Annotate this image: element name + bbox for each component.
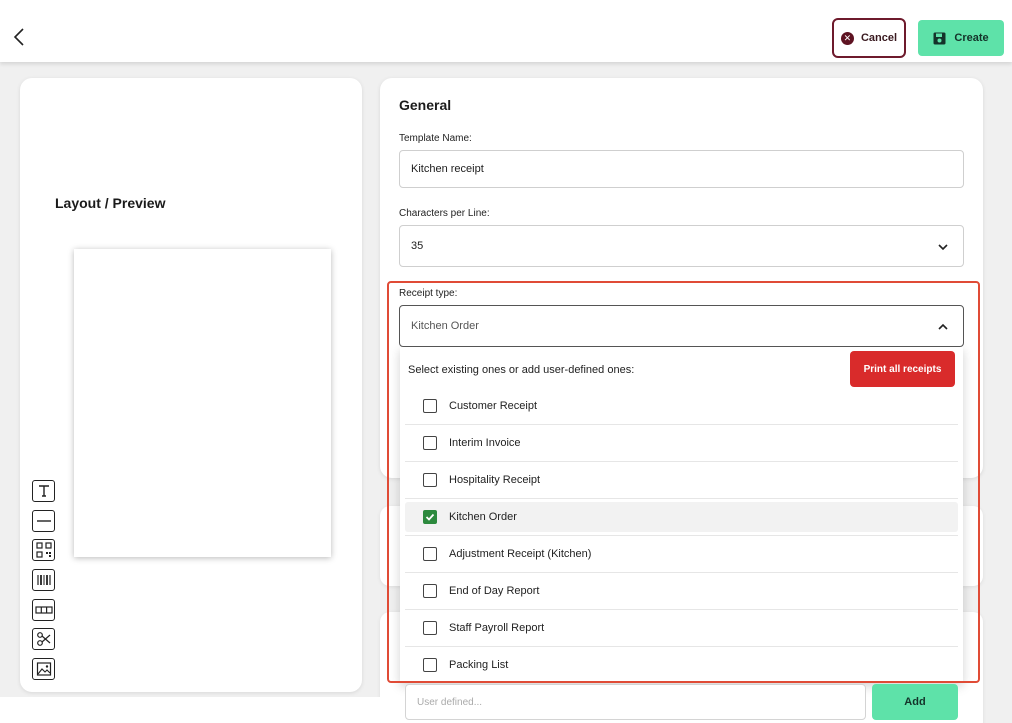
scissors-tool-icon[interactable]: [32, 628, 55, 650]
option-label: Adjustment Receipt (Kitchen): [449, 548, 592, 560]
option-label: Packing List: [449, 659, 509, 671]
top-bar: ✕ Cancel Create: [0, 0, 1012, 62]
qr-code-icon: [35, 542, 52, 558]
barcode-tool-icon[interactable]: [32, 569, 55, 591]
table-columns-icon: [34, 606, 53, 614]
close-circle-icon: ✕: [840, 31, 854, 45]
chars-per-line-value: 35: [411, 240, 424, 252]
option-label: Interim Invoice: [449, 437, 521, 449]
checkbox[interactable]: [423, 584, 437, 598]
image-icon: [36, 662, 51, 676]
option-kitchen-order[interactable]: Kitchen Order: [405, 502, 958, 532]
chevron-down-icon: [938, 244, 948, 251]
user-defined-input[interactable]: User defined...: [405, 684, 866, 720]
template-name-value: Kitchen receipt: [411, 163, 484, 175]
chars-per-line-select[interactable]: 35: [399, 225, 964, 267]
user-defined-placeholder: User defined...: [417, 696, 483, 708]
columns-tool-icon[interactable]: [32, 599, 55, 621]
option-interim-invoice[interactable]: Interim Invoice: [405, 428, 958, 458]
checkbox[interactable]: [423, 658, 437, 672]
barcode-icon: [36, 575, 51, 585]
chars-per-line-label: Characters per Line:: [399, 208, 490, 219]
footer-strip: [0, 697, 380, 723]
option-end-of-day-report[interactable]: End of Day Report: [405, 576, 958, 606]
option-customer-receipt[interactable]: Customer Receipt: [405, 391, 958, 421]
option-staff-payroll-report[interactable]: Staff Payroll Report: [405, 613, 958, 643]
cancel-button[interactable]: ✕ Cancel: [832, 18, 906, 58]
receipt-type-label: Receipt type:: [399, 288, 458, 299]
general-section-title: General: [399, 97, 452, 113]
divider: [405, 572, 958, 573]
option-label: End of Day Report: [449, 585, 540, 597]
option-label: Customer Receipt: [449, 400, 538, 412]
print-all-label: Print all receipts: [863, 363, 942, 375]
qr-code-tool-icon[interactable]: [32, 539, 55, 561]
checkbox[interactable]: [423, 547, 437, 561]
save-icon: [933, 32, 946, 44]
chevron-left-icon: [13, 28, 24, 46]
template-name-label: Template Name:: [399, 133, 472, 144]
option-label: Staff Payroll Report: [449, 622, 545, 634]
receipt-type-dropdown: Select existing ones or add user-defined…: [400, 347, 963, 683]
cancel-button-label: Cancel: [860, 32, 898, 44]
divider: [405, 609, 958, 610]
checkbox[interactable]: [423, 621, 437, 635]
text-glyph-icon: [38, 485, 49, 497]
option-label: Kitchen Order: [449, 511, 517, 523]
receipt-type-select[interactable]: Kitchen Order: [399, 305, 964, 347]
image-tool-icon[interactable]: [32, 658, 55, 680]
divider: [405, 646, 958, 647]
print-all-receipts-button[interactable]: Print all receipts: [850, 351, 955, 387]
text-tool-icon[interactable]: [32, 480, 55, 502]
divider: [405, 498, 958, 499]
divider: [405, 535, 958, 536]
line-tool-icon[interactable]: [32, 510, 55, 532]
receipt-type-value: Kitchen Order: [411, 320, 479, 332]
option-hospitality-receipt[interactable]: Hospitality Receipt: [405, 465, 958, 495]
template-name-input[interactable]: Kitchen receipt: [399, 150, 964, 188]
create-button-label: Create: [954, 32, 989, 44]
horizontal-line-icon: [36, 520, 51, 522]
chevron-up-icon: [938, 323, 948, 330]
back-button[interactable]: [10, 26, 30, 48]
checkmark-icon: [425, 513, 435, 521]
option-label: Hospitality Receipt: [449, 474, 541, 486]
receipt-preview-canvas[interactable]: [74, 249, 331, 557]
checkbox-checked[interactable]: [423, 510, 437, 524]
create-button[interactable]: Create: [918, 20, 1004, 56]
checkbox[interactable]: [423, 399, 437, 413]
checkbox[interactable]: [423, 436, 437, 450]
checkbox[interactable]: [423, 473, 437, 487]
scissors-icon: [36, 632, 50, 646]
option-packing-list[interactable]: Packing List: [405, 650, 958, 680]
add-button-label: Add: [904, 696, 926, 708]
divider: [405, 461, 958, 462]
divider: [405, 424, 958, 425]
add-button[interactable]: Add: [872, 684, 958, 720]
preview-title: Layout / Preview: [55, 195, 166, 211]
layout-preview-panel: Layout / Preview: [20, 78, 362, 692]
option-adjustment-receipt[interactable]: Adjustment Receipt (Kitchen): [405, 539, 958, 569]
dropdown-hint: Select existing ones or add user-defined…: [408, 364, 635, 376]
